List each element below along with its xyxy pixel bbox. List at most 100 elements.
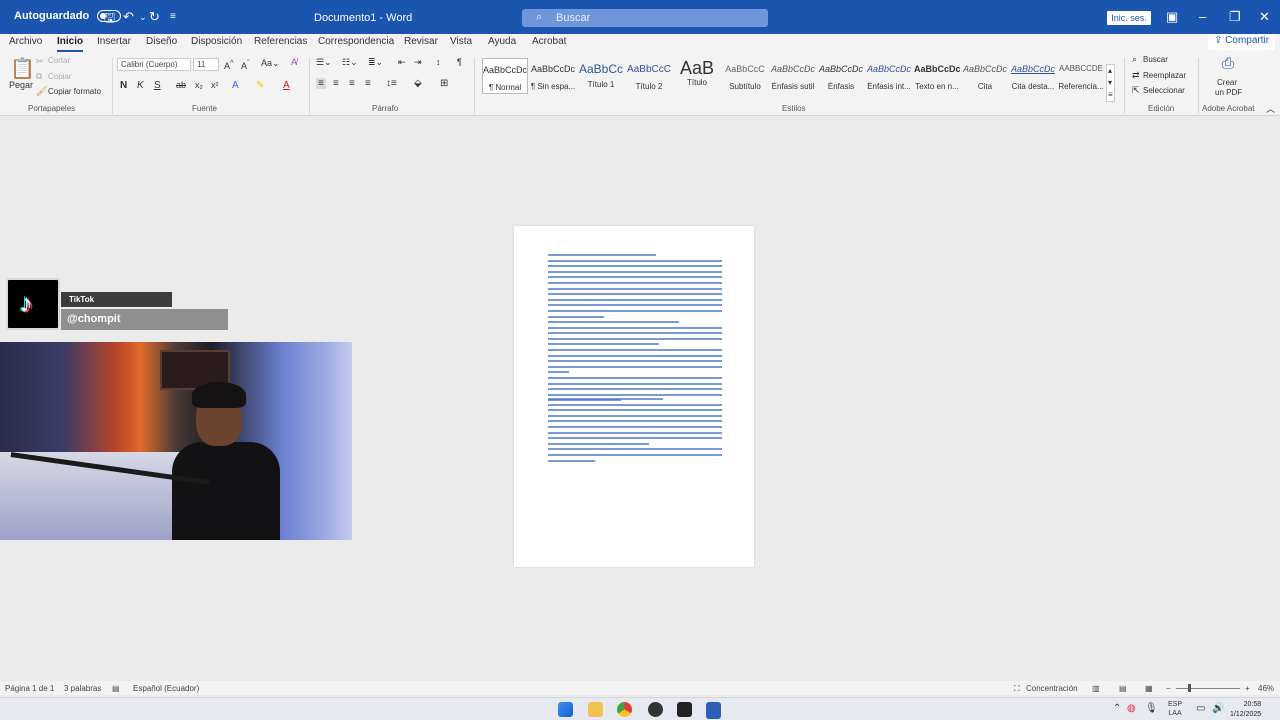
- zoom-slider-knob[interactable]: [1188, 684, 1191, 692]
- show-marks-icon[interactable]: ¶: [457, 57, 462, 67]
- find-button[interactable]: Buscar: [1143, 55, 1168, 64]
- italic-icon[interactable]: K: [137, 80, 144, 91]
- shading-icon[interactable]: ⬙: [414, 78, 422, 89]
- sign-in-button[interactable]: Inic. ses.: [1107, 11, 1151, 25]
- search-box[interactable]: ⌕ Buscar: [522, 9, 768, 27]
- tab-inicio[interactable]: Inicio: [57, 36, 84, 52]
- network-icon[interactable]: ▭: [1196, 703, 1205, 714]
- underline-icon[interactable]: S: [154, 80, 161, 91]
- clock[interactable]: 20:58 1/12/2025: [1230, 700, 1261, 720]
- style-intense-quote[interactable]: AaBbCcDc Cita desta...: [1010, 58, 1056, 94]
- link-paragraph-3[interactable]: [548, 398, 722, 465]
- redo-icon[interactable]: ↻: [149, 9, 160, 25]
- style-intense-emphasis[interactable]: AaBbCcDc Énfasis int...: [866, 58, 912, 94]
- format-painter-button[interactable]: Copiar formato: [48, 87, 101, 96]
- minimize-icon[interactable]: –: [1199, 9, 1206, 24]
- copy-button[interactable]: Copiar: [48, 72, 72, 81]
- superscript-icon[interactable]: x²: [211, 80, 219, 90]
- link-paragraph-1[interactable]: [548, 254, 722, 321]
- copy-icon[interactable]: ⧉: [36, 71, 42, 82]
- font-size-select[interactable]: 11: [193, 58, 219, 71]
- tab-ayuda[interactable]: Ayuda: [488, 36, 516, 47]
- style-heading-2[interactable]: AaBbCcC Título 2: [626, 58, 672, 94]
- replace-icon[interactable]: ⇄: [1132, 70, 1140, 81]
- page-count[interactable]: Página 1 de 1: [5, 684, 54, 693]
- document-page[interactable]: [514, 226, 754, 567]
- undo-dropdown-icon[interactable]: ⌄: [139, 12, 147, 23]
- language-status[interactable]: Español (Ecuador): [133, 684, 199, 693]
- tab-revisar[interactable]: Revisar: [404, 36, 438, 47]
- create-pdf-icon[interactable]: ⎙: [1222, 55, 1234, 72]
- highlight-icon[interactable]: ✎: [256, 80, 264, 91]
- share-button[interactable]: ⇪ Compartir: [1208, 34, 1276, 50]
- justify-icon[interactable]: ≡: [365, 78, 371, 89]
- multilevel-list-icon[interactable]: ≣⌄: [368, 57, 383, 68]
- increase-indent-icon[interactable]: ⇥: [414, 57, 422, 68]
- numbering-icon[interactable]: ☷⌄: [342, 57, 358, 68]
- paste-icon[interactable]: 📋: [10, 56, 35, 81]
- style-emphasis[interactable]: AaBbCcDc Énfasis: [818, 58, 864, 94]
- file-explorer-icon[interactable]: [588, 702, 603, 717]
- windows-start-icon[interactable]: [558, 702, 573, 717]
- chrome-icon[interactable]: [617, 702, 632, 717]
- read-mode-icon[interactable]: ▥: [1092, 684, 1100, 693]
- style-title[interactable]: AaB Título: [674, 58, 720, 94]
- style-normal[interactable]: AaBbCcDc ¶ Normal: [482, 58, 528, 94]
- tab-archivo[interactable]: Archivo: [9, 36, 42, 47]
- customize-toolbar-icon[interactable]: ≡: [170, 11, 176, 22]
- align-left-icon[interactable]: ≡: [316, 78, 326, 89]
- tab-vista[interactable]: Vista: [450, 36, 472, 47]
- style-quote[interactable]: AaBbCcDc Cita: [962, 58, 1008, 94]
- tray-chevron-icon[interactable]: ⌃: [1113, 703, 1121, 714]
- word-taskbar-icon[interactable]: [706, 702, 721, 717]
- tab-insertar[interactable]: Insertar: [97, 36, 131, 47]
- shrink-font-icon[interactable]: Aˇ: [241, 58, 250, 71]
- bold-icon[interactable]: N: [120, 80, 127, 91]
- font-name-select[interactable]: Calibri (Cuerpo): [117, 58, 191, 71]
- proofing-icon[interactable]: ▤: [112, 684, 120, 693]
- style-subtle-reference[interactable]: AABBCCDE Referencia...: [1058, 58, 1104, 94]
- subscript-icon[interactable]: x₂: [195, 80, 203, 90]
- tray-app-icon[interactable]: ◍: [1127, 703, 1136, 714]
- ribbon-display-icon[interactable]: ▣: [1166, 9, 1178, 25]
- tab-referencias[interactable]: Referencias: [254, 36, 307, 47]
- link-paragraph-2[interactable]: [548, 321, 722, 405]
- tab-correspondencia[interactable]: Correspondencia: [318, 36, 394, 47]
- focus-icon[interactable]: ⛶: [1014, 684, 1020, 694]
- select-icon[interactable]: ⇱: [1132, 85, 1140, 96]
- grow-font-icon[interactable]: A^: [224, 58, 234, 71]
- strikethrough-icon[interactable]: ab: [176, 80, 186, 90]
- focus-mode[interactable]: Concentración: [1026, 684, 1078, 693]
- sort-icon[interactable]: ↕: [436, 57, 441, 67]
- web-layout-icon[interactable]: ▦: [1145, 684, 1153, 693]
- zoom-level[interactable]: 46%: [1258, 684, 1274, 693]
- zoom-out-icon[interactable]: −: [1166, 684, 1171, 693]
- decrease-indent-icon[interactable]: ⇤: [398, 57, 406, 68]
- capcut-icon[interactable]: [677, 702, 692, 717]
- style-no-spacing[interactable]: AaBbCcDc ¶ Sin espa...: [530, 58, 576, 94]
- line-spacing-icon[interactable]: ↕≡: [386, 78, 397, 89]
- replace-button[interactable]: Reemplazar: [1143, 71, 1186, 80]
- bullets-icon[interactable]: ☰⌄: [316, 57, 332, 68]
- change-case-icon[interactable]: Aa⌄: [261, 58, 280, 69]
- print-layout-icon[interactable]: ▤: [1119, 684, 1127, 693]
- cut-icon[interactable]: ✂: [36, 56, 44, 67]
- word-count[interactable]: 3 palabras: [64, 684, 101, 693]
- restore-icon[interactable]: ❐: [1229, 9, 1241, 25]
- tab-disposicion[interactable]: Disposición: [191, 36, 242, 47]
- align-center-icon[interactable]: ≡: [333, 78, 339, 89]
- language-indicator[interactable]: ESP LAA: [1168, 700, 1182, 718]
- save-icon[interactable]: 🖫: [104, 9, 115, 31]
- close-icon[interactable]: ✕: [1259, 9, 1270, 25]
- undo-icon[interactable]: ↶: [123, 9, 134, 25]
- clear-format-icon[interactable]: A̸: [291, 57, 297, 67]
- cut-button[interactable]: Cortar: [48, 56, 70, 65]
- find-icon[interactable]: ⌕: [1132, 54, 1137, 65]
- borders-icon[interactable]: ⊞: [440, 78, 448, 89]
- collapse-ribbon-icon[interactable]: ︿: [1266, 102, 1275, 115]
- style-strong[interactable]: AaBbCcDc Texto en n...: [914, 58, 960, 94]
- style-subtle-emphasis[interactable]: AaBbCcDc Énfasis sutil: [770, 58, 816, 94]
- align-right-icon[interactable]: ≡: [349, 78, 355, 89]
- paste-button[interactable]: Pegar: [9, 80, 33, 90]
- styles-scroll-icon[interactable]: ▴ ▾ ≡: [1106, 64, 1115, 102]
